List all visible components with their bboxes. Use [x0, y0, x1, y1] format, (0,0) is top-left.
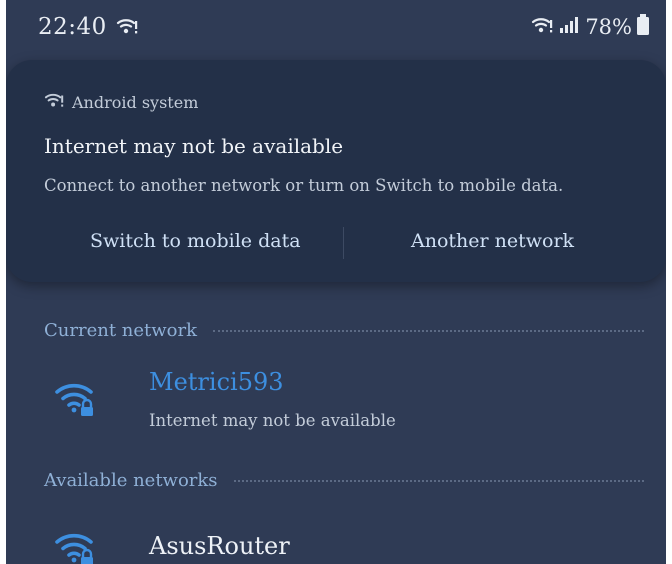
wifi-lock-icon: [54, 378, 98, 422]
another-network-button[interactable]: Another network: [411, 230, 574, 252]
status-time: 22:40: [38, 14, 107, 40]
current-network-status: Internet may not be available: [149, 411, 396, 430]
wifi-settings-screen: 22:40 78% Android system Internet may no…: [6, 0, 666, 564]
wifi-alert-icon: [44, 91, 64, 113]
network-name: AsusRouter: [149, 532, 290, 560]
action-divider: [343, 227, 344, 259]
available-networks-label: Available networks: [44, 470, 218, 491]
switch-to-mobile-data-button[interactable]: Switch to mobile data: [90, 230, 301, 252]
notification-app-header: Android system: [44, 91, 198, 113]
section-divider: [233, 479, 644, 482]
wifi-alert-icon: [116, 16, 138, 40]
current-network-row[interactable]: Metrici593 Internet may not be available: [6, 366, 666, 446]
notification-app-name: Android system: [72, 92, 199, 112]
current-network-name: Metrici593: [149, 368, 284, 396]
notification-card[interactable]: Android system Internet may not be avail…: [6, 60, 666, 282]
status-bar: 22:40 78%: [6, 0, 666, 56]
current-network-label: Current network: [44, 320, 198, 341]
status-right-group: 78%: [531, 14, 650, 40]
battery-icon: [636, 14, 650, 40]
available-networks-header: Available networks: [44, 470, 644, 491]
signal-icon: [559, 15, 581, 39]
wifi-icon: [531, 15, 555, 39]
wifi-lock-icon: [54, 528, 98, 564]
current-network-header: Current network: [44, 320, 644, 341]
section-divider: [213, 329, 644, 332]
battery-percent: 78%: [585, 15, 632, 39]
notification-actions: Switch to mobile data Another network: [6, 220, 666, 264]
notification-body: Connect to another network or turn on Sw…: [44, 176, 564, 195]
network-list-item[interactable]: AsusRouter: [6, 520, 666, 564]
notification-title: Internet may not be available: [44, 134, 344, 158]
